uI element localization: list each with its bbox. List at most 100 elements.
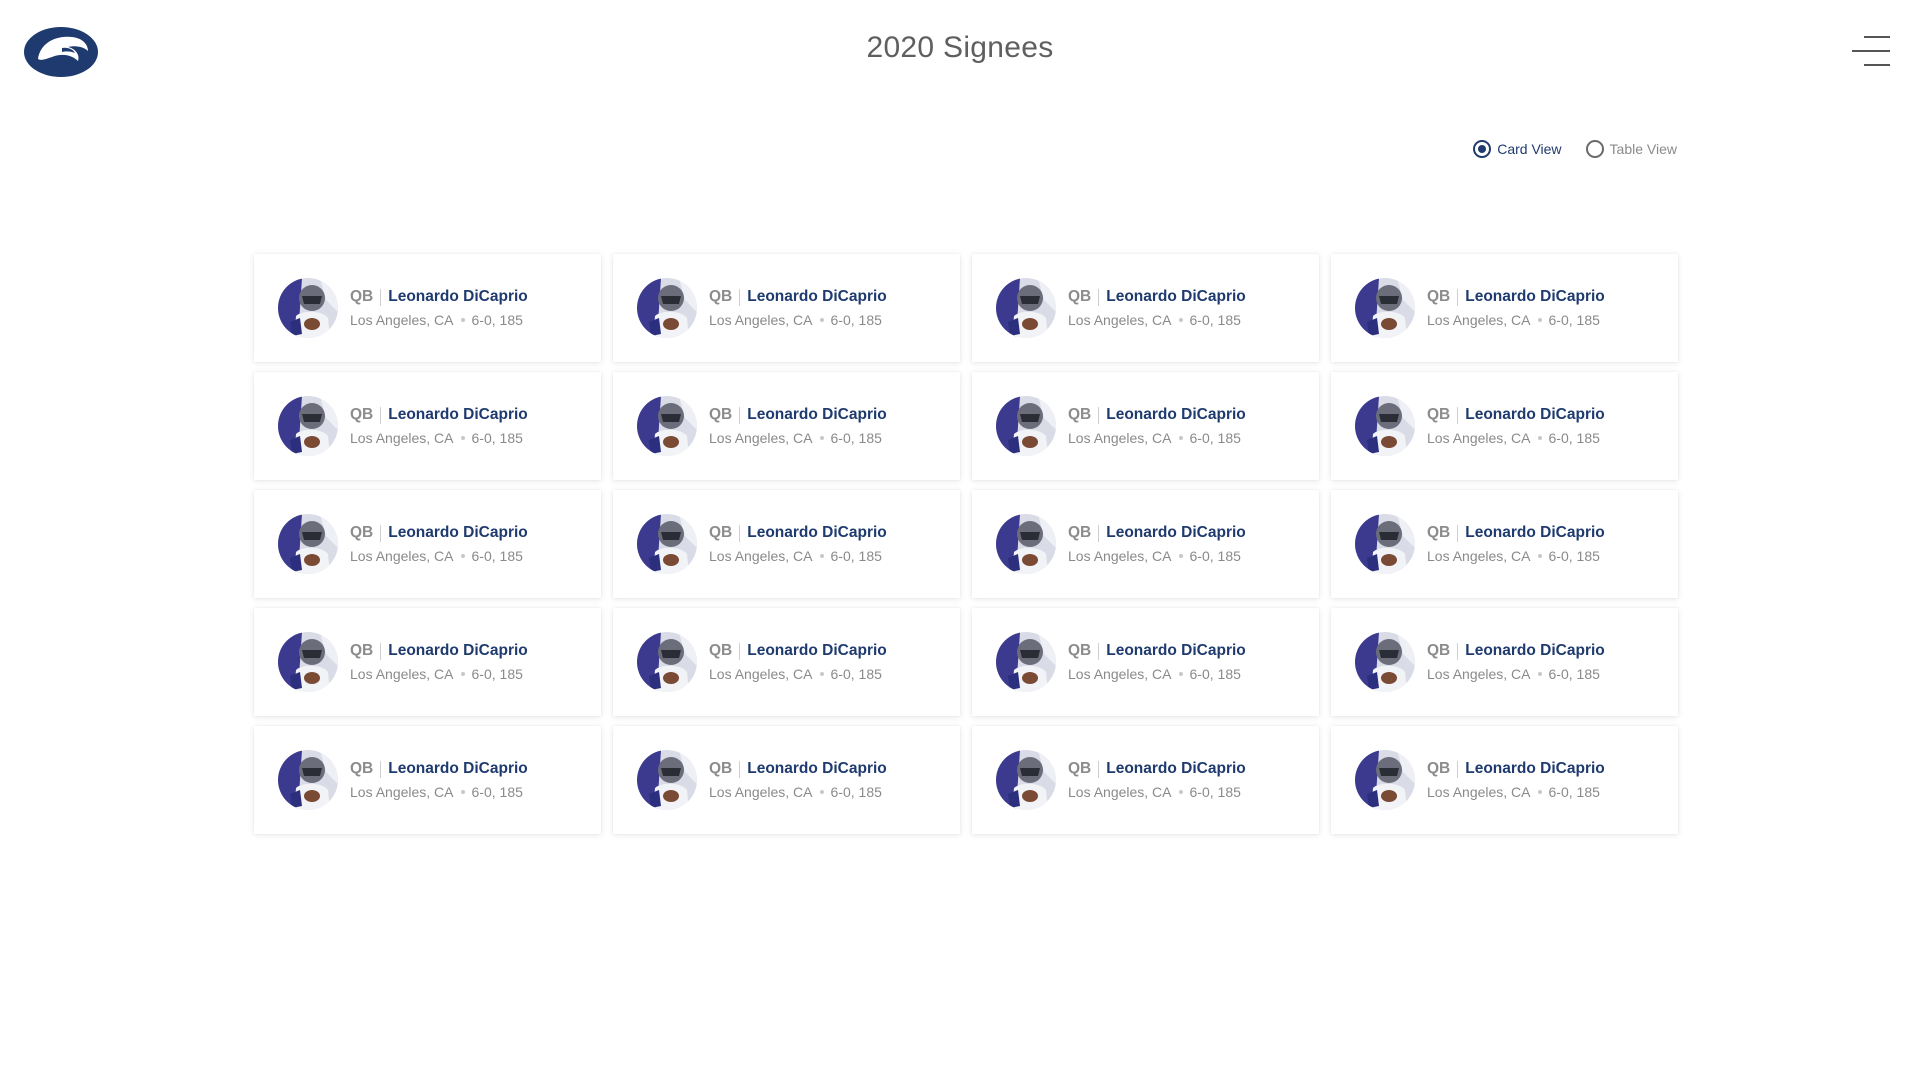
player-avatar [278, 278, 338, 338]
player-avatar [996, 514, 1056, 574]
player-info: QB Leonardo DiCaprio Los Angeles, CA 6-0… [350, 288, 528, 328]
signee-card[interactable]: QB Leonardo DiCaprio Los Angeles, CA 6-0… [972, 608, 1319, 716]
player-hometown: Los Angeles, CA [350, 784, 454, 800]
signee-card[interactable]: QB Leonardo DiCaprio Los Angeles, CA 6-0… [613, 726, 960, 834]
player-position: QB [1427, 524, 1451, 541]
divider [380, 406, 382, 424]
player-hometown: Los Angeles, CA [1427, 784, 1531, 800]
table-view-label[interactable]: Table View [1610, 141, 1677, 157]
divider [380, 288, 382, 306]
divider [380, 524, 382, 542]
signee-card[interactable]: QB Leonardo DiCaprio Los Angeles, CA 6-0… [1331, 490, 1678, 598]
signee-card[interactable]: QB Leonardo DiCaprio Los Angeles, CA 6-0… [254, 372, 601, 480]
player-name[interactable]: Leonardo DiCaprio [1106, 760, 1246, 778]
player-avatar [1355, 750, 1415, 810]
player-hometown: Los Angeles, CA [350, 312, 454, 328]
player-info: QB Leonardo DiCaprio Los Angeles, CA 6-0… [1068, 642, 1246, 682]
signee-card[interactable]: QB Leonardo DiCaprio Los Angeles, CA 6-0… [613, 372, 960, 480]
player-position: QB [350, 642, 374, 659]
player-avatar [278, 632, 338, 692]
player-name[interactable]: Leonardo DiCaprio [388, 642, 528, 660]
player-height-weight: 6-0, 185 [471, 666, 523, 682]
signee-card[interactable]: QB Leonardo DiCaprio Los Angeles, CA 6-0… [254, 726, 601, 834]
player-hometown: Los Angeles, CA [1427, 312, 1531, 328]
signee-card[interactable]: QB Leonardo DiCaprio Los Angeles, CA 6-0… [613, 490, 960, 598]
player-name[interactable]: Leonardo DiCaprio [747, 524, 887, 542]
player-name[interactable]: Leonardo DiCaprio [747, 760, 887, 778]
player-info: QB Leonardo DiCaprio Los Angeles, CA 6-0… [1427, 642, 1605, 682]
player-height-weight: 6-0, 185 [1548, 430, 1600, 446]
player-position: QB [1068, 406, 1092, 423]
player-height-weight: 6-0, 185 [1189, 666, 1241, 682]
divider [1098, 524, 1100, 542]
player-name[interactable]: Leonardo DiCaprio [1106, 406, 1246, 424]
signee-card[interactable]: QB Leonardo DiCaprio Los Angeles, CA 6-0… [1331, 372, 1678, 480]
player-avatar [1355, 278, 1415, 338]
signee-card[interactable]: QB Leonardo DiCaprio Los Angeles, CA 6-0… [1331, 726, 1678, 834]
divider [1457, 760, 1459, 778]
player-position: QB [1068, 642, 1092, 659]
card-view-option[interactable]: Card View [1473, 140, 1562, 158]
player-position: QB [1068, 524, 1092, 541]
hamburger-menu-icon[interactable] [1850, 36, 1890, 66]
player-position: QB [1427, 642, 1451, 659]
page: 2020 Signees Card View Table View QB Leo… [0, 0, 1920, 1080]
separator-dot [460, 436, 465, 440]
divider [1457, 524, 1459, 542]
player-name[interactable]: Leonardo DiCaprio [747, 642, 887, 660]
separator-dot [1178, 790, 1183, 794]
player-name[interactable]: Leonardo DiCaprio [747, 406, 887, 424]
signee-card[interactable]: QB Leonardo DiCaprio Los Angeles, CA 6-0… [972, 726, 1319, 834]
player-info: QB Leonardo DiCaprio Los Angeles, CA 6-0… [1068, 288, 1246, 328]
separator-dot [1537, 672, 1542, 676]
player-name[interactable]: Leonardo DiCaprio [1106, 288, 1246, 306]
player-position: QB [709, 406, 733, 423]
player-name[interactable]: Leonardo DiCaprio [388, 760, 528, 778]
signee-card[interactable]: QB Leonardo DiCaprio Los Angeles, CA 6-0… [972, 490, 1319, 598]
divider [739, 288, 741, 306]
separator-dot [819, 790, 824, 794]
player-info: QB Leonardo DiCaprio Los Angeles, CA 6-0… [709, 760, 887, 800]
separator-dot [1178, 672, 1183, 676]
player-height-weight: 6-0, 185 [1548, 548, 1600, 564]
player-avatar [637, 278, 697, 338]
signee-card[interactable]: QB Leonardo DiCaprio Los Angeles, CA 6-0… [613, 608, 960, 716]
player-name[interactable]: Leonardo DiCaprio [747, 288, 887, 306]
separator-dot [819, 318, 824, 322]
signee-card[interactable]: QB Leonardo DiCaprio Los Angeles, CA 6-0… [972, 372, 1319, 480]
signee-card[interactable]: QB Leonardo DiCaprio Los Angeles, CA 6-0… [1331, 254, 1678, 362]
player-name[interactable]: Leonardo DiCaprio [1106, 524, 1246, 542]
player-name[interactable]: Leonardo DiCaprio [1465, 524, 1605, 542]
player-name[interactable]: Leonardo DiCaprio [1465, 642, 1605, 660]
signee-card[interactable]: QB Leonardo DiCaprio Los Angeles, CA 6-0… [254, 490, 601, 598]
signee-card[interactable]: QB Leonardo DiCaprio Los Angeles, CA 6-0… [1331, 608, 1678, 716]
table-view-option[interactable]: Table View [1585, 140, 1677, 158]
player-name[interactable]: Leonardo DiCaprio [388, 524, 528, 542]
separator-dot [460, 554, 465, 558]
player-height-weight: 6-0, 185 [830, 666, 882, 682]
player-position: QB [350, 524, 374, 541]
signee-card-grid: QB Leonardo DiCaprio Los Angeles, CA 6-0… [254, 254, 1678, 834]
table-view-radio[interactable] [1585, 140, 1604, 158]
card-view-label[interactable]: Card View [1497, 141, 1561, 157]
card-view-radio[interactable] [1473, 140, 1492, 158]
signee-card[interactable]: QB Leonardo DiCaprio Los Angeles, CA 6-0… [254, 608, 601, 716]
signee-card[interactable]: QB Leonardo DiCaprio Los Angeles, CA 6-0… [613, 254, 960, 362]
player-info: QB Leonardo DiCaprio Los Angeles, CA 6-0… [1427, 760, 1605, 800]
signee-card[interactable]: QB Leonardo DiCaprio Los Angeles, CA 6-0… [254, 254, 601, 362]
player-name[interactable]: Leonardo DiCaprio [1465, 760, 1605, 778]
player-name[interactable]: Leonardo DiCaprio [388, 288, 528, 306]
separator-dot [819, 672, 824, 676]
divider [1098, 642, 1100, 660]
player-name[interactable]: Leonardo DiCaprio [1465, 288, 1605, 306]
player-info: QB Leonardo DiCaprio Los Angeles, CA 6-0… [1427, 288, 1605, 328]
player-avatar [1355, 514, 1415, 574]
separator-dot [460, 790, 465, 794]
signee-card[interactable]: QB Leonardo DiCaprio Los Angeles, CA 6-0… [972, 254, 1319, 362]
player-name[interactable]: Leonardo DiCaprio [1106, 642, 1246, 660]
player-name[interactable]: Leonardo DiCaprio [388, 406, 528, 424]
player-position: QB [709, 288, 733, 305]
player-name[interactable]: Leonardo DiCaprio [1465, 406, 1605, 424]
player-height-weight: 6-0, 185 [830, 430, 882, 446]
player-hometown: Los Angeles, CA [350, 430, 454, 446]
